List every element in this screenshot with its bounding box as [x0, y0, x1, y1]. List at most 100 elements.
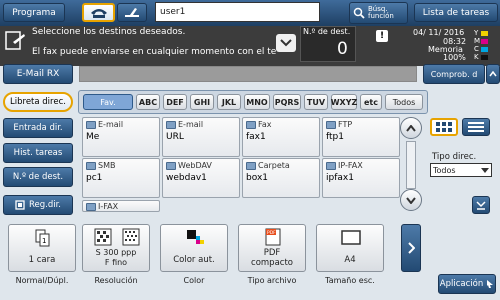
tab-abc[interactable]: ABC: [136, 94, 160, 110]
cell-name: URL: [166, 132, 184, 142]
toner-bar: [480, 46, 488, 52]
scrollbar[interactable]: [406, 141, 416, 189]
dropdown-arrow-icon: [481, 167, 489, 173]
cell-name: box1: [246, 173, 268, 183]
message-line-2: El fax puede enviarse en cualquier momen…: [32, 47, 277, 57]
toner-level-c: C: [474, 45, 488, 53]
color-value: Color aut.: [173, 255, 215, 265]
cell-type: I-FAX: [98, 202, 119, 211]
quick-scan-size-button[interactable]: A4: [316, 224, 384, 272]
destination-cell[interactable]: SMB pc1: [82, 158, 160, 198]
cell-name: Me: [86, 132, 100, 142]
destination-cell[interactable]: E-mail Me: [82, 117, 160, 157]
destination-cell[interactable]: FTP ftp1: [322, 117, 400, 157]
scroll-up-button[interactable]: [400, 117, 422, 139]
memory-percent: 100%: [443, 53, 466, 62]
folder-icon: [246, 161, 256, 170]
lista-tareas-button[interactable]: Lista de tareas: [414, 3, 498, 22]
quick-color-button[interactable]: Color aut.: [160, 224, 228, 272]
fax-mode-button[interactable]: [82, 3, 115, 22]
cell-type: FTP: [338, 120, 353, 129]
quick-label-scan-size: Tamaño esc.: [325, 276, 375, 285]
quick-label-color: Color: [183, 276, 205, 285]
chevron-down-icon: [280, 39, 292, 47]
programa-button[interactable]: Programa: [3, 3, 65, 22]
tab-jkl[interactable]: JKL: [217, 94, 241, 110]
busqueda-funcion-button[interactable]: Búsq. función: [349, 2, 408, 24]
aplicacion-button[interactable]: Aplicación: [438, 274, 496, 294]
scan-icon: [125, 7, 139, 17]
warning-icon[interactable]: !: [376, 30, 388, 42]
user-name-field: user1: [155, 2, 320, 22]
quick-label-resolution: Resolución: [94, 276, 138, 285]
destination-cell[interactable]: Fax fax1: [242, 117, 320, 157]
destination-cell[interactable]: IP-FAX ipfax1: [322, 158, 400, 198]
destination-count-value: 0: [337, 39, 348, 59]
busqueda-label-2: función: [368, 12, 394, 20]
nav-libreta-direc[interactable]: Libreta direc.: [3, 92, 73, 112]
duplex-value: 1 cara: [28, 255, 56, 265]
quick-duplex-button[interactable]: 1 1 cara: [8, 224, 76, 272]
cell-type: SMB: [98, 161, 116, 170]
date-display: 04/ 11/ 2016: [413, 28, 465, 37]
destination-cell[interactable]: E-mail URL: [162, 117, 240, 157]
cell-type: Carpeta: [258, 161, 290, 170]
tab-todos[interactable]: Todos: [385, 94, 423, 110]
nav-reg-dir[interactable]: Reg.dir.: [3, 195, 73, 215]
fax-phone-icon: [90, 8, 107, 18]
tab-def[interactable]: DEF: [163, 94, 187, 110]
file-type-value: PDF compacto: [251, 248, 293, 268]
tab-etc[interactable]: etc: [360, 94, 382, 110]
color-icon: [187, 230, 204, 244]
simplex-icon: 1: [35, 229, 50, 247]
toner-label: Y: [474, 29, 479, 37]
tab-pqrs[interactable]: PQRS: [273, 94, 301, 110]
resolution-value: S 300 ppp F fino: [95, 248, 137, 267]
tab-fav[interactable]: Fav.: [83, 94, 133, 110]
tipo-direc-select[interactable]: Todos: [430, 163, 492, 177]
chevron-right-icon: [407, 242, 415, 254]
cell-type: WebDAV: [178, 161, 212, 170]
reg-dir-label: Reg.dir.: [28, 200, 62, 210]
i-fax-icon: [86, 202, 96, 211]
cell-name: webdav1: [166, 173, 207, 183]
toner-label: K: [474, 53, 479, 61]
quick-resolution-button[interactable]: S 300 ppp F fino: [82, 224, 150, 272]
email-rx-button[interactable]: E-Mail RX: [3, 64, 73, 84]
nav-num-dest[interactable]: N.º de dest.: [3, 167, 73, 187]
comprobar-expand-button[interactable]: [486, 64, 500, 84]
smb-icon: [86, 161, 96, 170]
more-options-button[interactable]: [472, 196, 490, 214]
expand-down-icon: [476, 201, 486, 210]
tab-ghi[interactable]: GHI: [190, 94, 214, 110]
pointer-icon: [487, 280, 494, 288]
quick-file-type-button[interactable]: PDF PDF compacto: [238, 224, 306, 272]
tipo-direc-label: Tipo direc.: [432, 152, 477, 162]
destination-cell[interactable]: I-FAX: [82, 200, 160, 212]
message-expand-button[interactable]: [276, 34, 296, 52]
cell-type: E-mail: [178, 120, 204, 129]
scan-mode-button[interactable]: [117, 3, 147, 22]
register-icon: [15, 200, 25, 210]
tab-tuv[interactable]: TUV: [304, 94, 328, 110]
destination-cell[interactable]: Carpeta box1: [242, 158, 320, 198]
cell-name: ipfax1: [326, 173, 354, 183]
document-message-icon: [4, 30, 26, 52]
scroll-down-button[interactable]: [400, 189, 422, 211]
tab-mno[interactable]: MNO: [244, 94, 270, 110]
ftp-icon: [326, 120, 336, 129]
scan-size-value: A4: [344, 255, 356, 265]
cell-name: fax1: [246, 132, 266, 142]
grid-view-button[interactable]: [430, 118, 458, 136]
list-view-button[interactable]: [462, 118, 490, 136]
destination-cell[interactable]: WebDAV webdav1: [162, 158, 240, 198]
chevron-up-icon: [489, 71, 497, 77]
svg-text:PDF: PDF: [267, 230, 276, 236]
comprobar-button[interactable]: Comprob. d: [423, 64, 485, 84]
nav-hist-tareas[interactable]: Hist. tareas: [3, 143, 73, 163]
quick-next-button[interactable]: [401, 224, 421, 272]
quick-label-duplex: Normal/Dúpl.: [15, 276, 69, 285]
toner-bar: [481, 38, 488, 44]
nav-entrada-dir[interactable]: Entrada dir.: [3, 118, 73, 138]
tab-wxyz[interactable]: WXYZ: [331, 94, 357, 110]
